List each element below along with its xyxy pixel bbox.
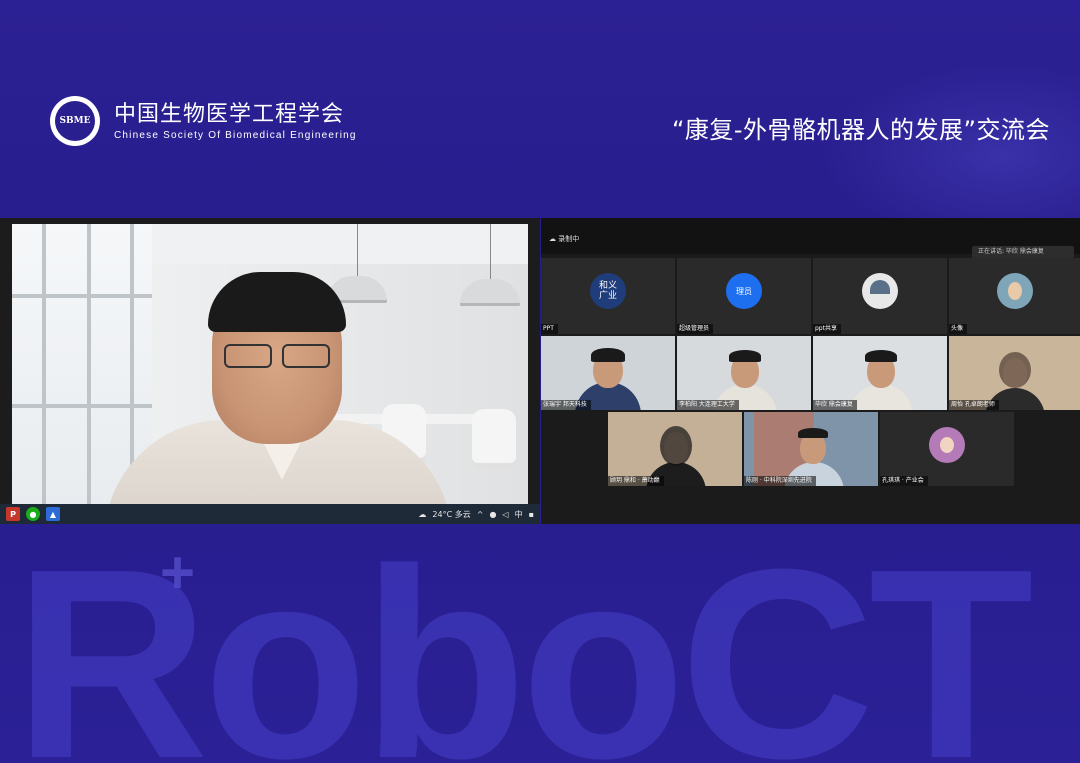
event-title: “康复-外骨骼机器人的发展”交流会 — [671, 116, 1050, 144]
participant-tile[interactable]: 张瑞宇 邦天科技 — [541, 336, 675, 410]
room-ceiling — [152, 224, 528, 264]
robo-watermark: RoboCT + — [20, 530, 1080, 763]
meeting-app-icon[interactable]: ▲ — [46, 507, 60, 521]
participant-tile[interactable]: 陈刚 · 中科院深圳先进院 — [744, 412, 878, 486]
participant-name: 李柏阳 大连理工大学 — [677, 400, 739, 410]
logo-emblem-icon: SBME — [50, 96, 100, 146]
weather-icon[interactable]: ☁ — [418, 510, 426, 519]
ime-indicator[interactable]: 中 — [515, 509, 523, 520]
speaker-video-panel: P ● ▲ ☁ 24°C 多云 ^ ● ◁ 中 ▪ — [0, 218, 540, 524]
participant-name: 张瑞宇 邦天科技 — [541, 400, 591, 410]
weather-text[interactable]: 24°C 多云 — [432, 509, 470, 520]
portrait-avatar-icon — [929, 426, 965, 463]
participant-tile[interactable]: 和义 广业 PPT — [541, 258, 675, 334]
cartoon-avatar-icon — [862, 273, 898, 310]
participant-name: 超级管理员 — [677, 324, 714, 334]
participant-name: 头像 — [949, 324, 968, 334]
speaker-icon[interactable]: ◁ — [502, 510, 508, 519]
participant-tile[interactable]: 孔琪琪 · 产业会 — [880, 412, 1014, 486]
participant-tile[interactable]: ppt共享 — [813, 258, 947, 334]
participant-avatar: 和义 广业 — [590, 273, 626, 310]
room-chair — [472, 409, 516, 469]
chevron-up-icon[interactable]: ^ — [477, 510, 484, 519]
speaker-video-feed — [12, 224, 528, 514]
org-name: 中国生物医学工程学会 Chinese Society Of Biomedical… — [114, 102, 357, 141]
participant-name: 陈刚 · 中科院深圳先进院 — [744, 476, 816, 486]
participant-tile[interactable]: 李柏阳 大连理工大学 — [677, 336, 811, 410]
glasses-icon — [224, 344, 330, 368]
org-name-en: Chinese Society Of Biomedical Engineerin… — [114, 129, 357, 141]
powerpoint-icon[interactable]: P — [6, 507, 20, 521]
notification-icon[interactable]: ▪ — [529, 510, 534, 519]
participant-name: 顾玥 鼎和 · 萧动巅 — [608, 476, 664, 486]
wechat-icon[interactable]: ● — [26, 507, 40, 521]
portrait-avatar-icon — [996, 273, 1033, 310]
participant-avatar: 理员 — [726, 273, 762, 310]
participant-tile[interactable]: 头像 — [949, 258, 1080, 334]
speaking-indicator: 正在讲话: 毕欣 鼎会康复 — [972, 246, 1074, 258]
participant-tile[interactable]: 理员 超级管理员 — [677, 258, 811, 334]
logo-mark: SBME — [55, 101, 95, 141]
recording-status: ☁ 录制中 — [549, 235, 580, 243]
os-taskbar: P ● ▲ ☁ 24°C 多云 ^ ● ◁ 中 ▪ — [0, 504, 540, 524]
participant-name: 毕欣 鼎会康复 — [813, 400, 857, 410]
meeting-grid-panel: ☁ 录制中 正在讲话: 毕欣 鼎会康复 和义 广业 PPT 理员 超级管理员 p… — [541, 218, 1080, 524]
org-logo: SBME 中国生物医学工程学会 Chinese Society Of Biome… — [50, 96, 357, 146]
speaker-hair — [208, 272, 346, 332]
system-tray: ☁ 24°C 多云 ^ ● ◁ 中 ▪ — [418, 509, 540, 520]
participant-name: ppt共享 — [813, 324, 841, 334]
participant-name: 孔琪琪 · 产业会 — [880, 476, 928, 486]
participant-tile[interactable]: 毕欣 鼎会康复 — [813, 336, 947, 410]
participant-name: PPT — [541, 324, 558, 334]
participant-name: 周怡 孔卓朗老师 — [949, 400, 999, 410]
pendant-lamp-icon — [460, 279, 520, 306]
participant-tile[interactable]: 顾玥 鼎和 · 萧动巅 — [608, 412, 742, 486]
watermark-plus: + — [160, 539, 196, 606]
org-name-cn: 中国生物医学工程学会 — [114, 101, 345, 127]
participant-tile[interactable]: 周怡 孔卓朗老师 — [949, 336, 1080, 410]
microphone-icon[interactable]: ● — [489, 510, 496, 519]
